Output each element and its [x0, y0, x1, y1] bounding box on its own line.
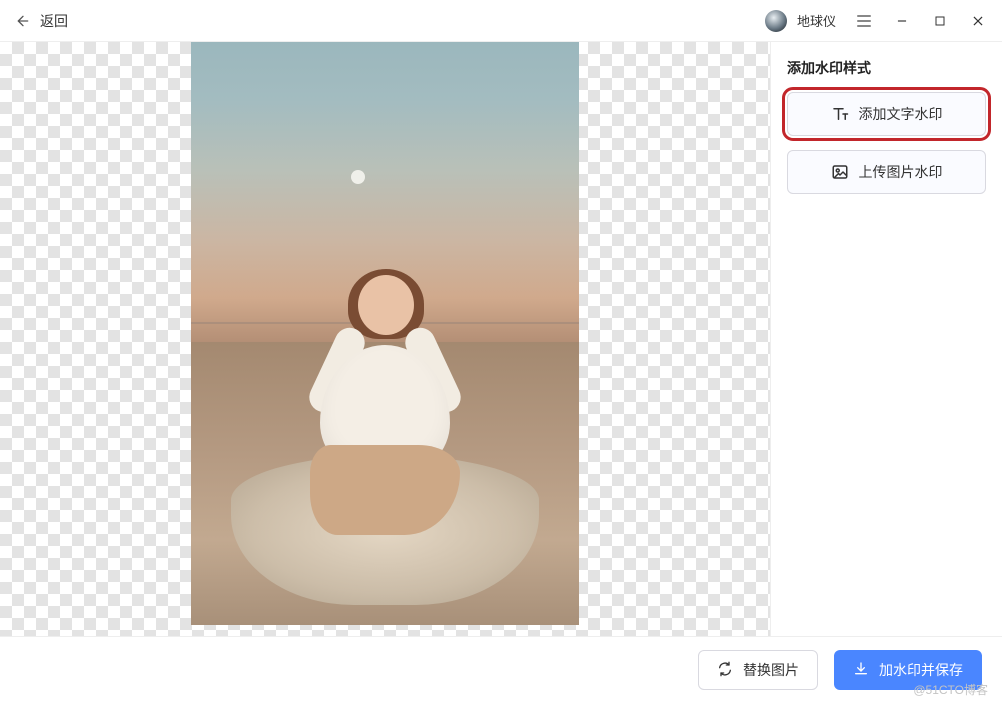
replace-image-button[interactable]: 替换图片 [698, 650, 818, 690]
close-button[interactable] [964, 7, 992, 35]
add-text-watermark-label: 添加文字水印 [859, 104, 943, 124]
footer-bar: 替换图片 加水印并保存 @51CTO博客 [0, 636, 1002, 702]
download-icon [853, 661, 871, 679]
image-icon [831, 163, 849, 181]
upload-image-watermark-label: 上传图片水印 [859, 162, 943, 182]
replace-icon [717, 661, 735, 679]
maximize-button[interactable] [926, 7, 954, 35]
sidebar-title: 添加水印样式 [787, 58, 986, 78]
save-watermark-button[interactable]: 加水印并保存 [834, 650, 982, 690]
person-figure [300, 275, 470, 535]
back-label: 返回 [40, 11, 68, 31]
main-area: 添加水印样式 添加文字水印 上传图片水印 [0, 42, 1002, 636]
avatar[interactable] [765, 10, 787, 32]
app-window: 返回 地球仪 [0, 0, 1002, 702]
menu-button[interactable] [850, 7, 878, 35]
title-bar: 返回 地球仪 [0, 0, 1002, 42]
canvas-checkerboard[interactable] [0, 42, 770, 636]
upload-image-watermark-button[interactable]: 上传图片水印 [787, 150, 986, 194]
replace-image-label: 替换图片 [743, 660, 799, 680]
text-icon [831, 105, 849, 123]
arrow-left-icon [14, 12, 32, 30]
add-text-watermark-button[interactable]: 添加文字水印 [787, 92, 986, 136]
preview-image[interactable] [191, 42, 579, 625]
save-watermark-label: 加水印并保存 [879, 660, 963, 680]
minimize-button[interactable] [888, 7, 916, 35]
title-bar-right: 地球仪 [765, 7, 992, 35]
back-button[interactable]: 返回 [14, 11, 68, 31]
username: 地球仪 [797, 11, 836, 30]
highlight-box: 添加文字水印 [787, 92, 986, 136]
sidebar: 添加水印样式 添加文字水印 上传图片水印 [770, 42, 1002, 636]
moon-shape [351, 170, 365, 184]
